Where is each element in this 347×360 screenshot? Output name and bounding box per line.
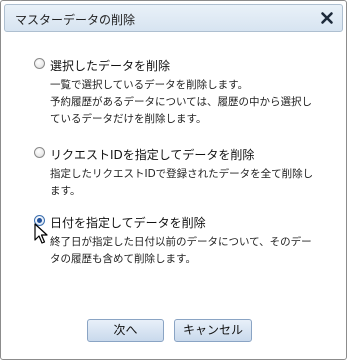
option-description-line: 指定したリクエストIDで登録されたデータを全て削除し [50,168,314,180]
dialog-titlebar[interactable]: マスターデータの削除 [4,4,343,32]
cancel-button[interactable]: キャンセル [174,319,252,342]
dialog-title: マスターデータの削除 [15,13,136,27]
option-label: 選択したデータを削除 [50,59,171,73]
radio-delete-by-request-id[interactable] [34,147,45,158]
delete-master-data-dialog: マスターデータの削除 選択したデータを削除 一覧で選択しているデータを削除します… [0,0,347,360]
option-description-line: タの履歴も含めて削除します。 [50,253,196,265]
next-button[interactable]: 次へ [87,319,164,342]
option-label: 日付を指定してデータを削除 [50,216,206,230]
close-icon[interactable] [319,10,335,26]
option-label: リクエストIDを指定してデータを削除 [50,148,255,162]
option-description-line: ます。 [50,185,81,197]
option-description-line: 終了日が指定した日付以前のデータについて、そのデー [50,236,312,248]
option-description-line: 予約履歴があるデータについては、履歴の中から選択し [50,96,312,108]
option-description-line: ているデータだけを削除します。 [50,113,207,125]
mouse-cursor-icon [34,223,48,245]
radio-delete-selected[interactable] [34,58,45,69]
option-description-line: 一覧で選択しているデータを削除します。 [50,79,249,91]
